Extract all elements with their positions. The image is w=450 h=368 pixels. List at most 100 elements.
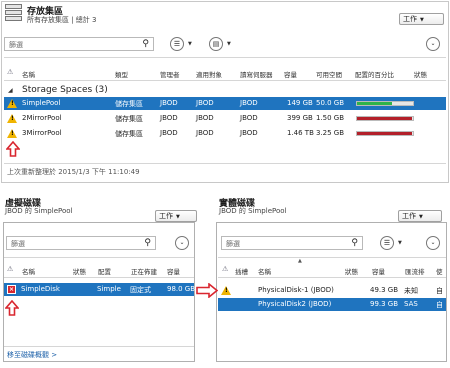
table-row[interactable]: × SimpleDisk Simple 固定式 98.0 GB: [4, 283, 196, 296]
warning-icon: [7, 99, 17, 108]
warning-column-icon[interactable]: ⚠: [7, 265, 13, 273]
header-divider: [4, 57, 446, 58]
warning-icon: [221, 286, 231, 295]
usage: 自: [436, 287, 443, 295]
col-capacity[interactable]: 容量: [284, 69, 297, 79]
tasks-button[interactable]: 工作 ▼: [155, 210, 197, 222]
disk-name: SimpleDisk: [21, 285, 60, 293]
list-view-icon[interactable]: ☰: [380, 236, 394, 250]
col-status[interactable]: 狀態: [73, 266, 86, 276]
chevron-down-icon[interactable]: ▼: [227, 41, 231, 47]
chevron-down-icon: ▼: [176, 214, 180, 220]
pool-type: 儲存集區: [115, 130, 143, 138]
red-arrow-annotation: [5, 300, 19, 316]
storage-pool-icon: [5, 4, 22, 22]
col-name[interactable]: 名稱: [258, 266, 271, 276]
rw-server: JBOD: [240, 114, 258, 122]
available-to: JBOD: [196, 99, 214, 107]
header-divider: [4, 80, 446, 81]
chevron-down-icon[interactable]: ▼: [188, 41, 192, 47]
warning-column-icon[interactable]: ⚠: [222, 265, 228, 273]
search-icon[interactable]: ⚲: [351, 238, 358, 248]
available-to: JBOD: [196, 114, 214, 122]
filter-input[interactable]: 篩選 ⚲: [6, 236, 156, 250]
col-bus[interactable]: 匯流排: [405, 266, 425, 276]
chevron-down-icon[interactable]: ▼: [398, 240, 402, 246]
col-available-to[interactable]: 適用對象: [196, 69, 222, 79]
available-to: JBOD: [196, 129, 214, 137]
tasks-button[interactable]: 工作 ▼: [398, 210, 442, 222]
col-managed-by[interactable]: 管理者: [160, 69, 180, 79]
capacity: 99.3 GB: [370, 300, 399, 308]
go-to-disks-link[interactable]: 移至磁碟概觀 >: [7, 350, 57, 360]
allocated-bar-fill: [357, 117, 413, 120]
table-row[interactable]: 3MirrorPool 儲存集區 JBOD JBOD JBOD 1.46 TB3.25 G…: [4, 127, 446, 140]
col-rw-server[interactable]: 讀寫伺服器: [240, 69, 273, 79]
allocated-bar-fill: [357, 102, 392, 105]
sort-indicator-icon: ▲: [298, 258, 302, 264]
capacity: 399 GB: [287, 114, 313, 122]
table-row[interactable]: SimplePool 儲存集區 JBOD JBOD JBOD 149 GB50.0 GB: [4, 97, 446, 110]
table-row[interactable]: 2MirrorPool 儲存集區 JBOD JBOD JBOD 399 GB1.50 GB: [4, 112, 446, 125]
group-collapse-icon[interactable]: ◢: [8, 87, 13, 94]
chevron-down-icon: ▼: [419, 214, 423, 220]
filter-placeholder: 篩選: [226, 240, 240, 248]
filter-input[interactable]: 篩選 ⚲: [221, 236, 363, 250]
filter-placeholder: 篩選: [11, 240, 25, 248]
col-layout[interactable]: 配置: [98, 266, 111, 276]
usage: 自: [436, 301, 443, 309]
col-type[interactable]: 類型: [115, 69, 128, 79]
warning-icon: [7, 129, 17, 138]
free-space: 50.0 GB: [316, 99, 345, 107]
pool-name: SimplePool: [22, 99, 61, 107]
filter-placeholder: 篩選: [9, 41, 23, 49]
col-status[interactable]: 狀態: [345, 266, 358, 276]
red-arrow-annotation: [6, 141, 20, 157]
group-by-icon[interactable]: ▤: [209, 37, 223, 51]
table-row[interactable]: PhysicalDisk2 (JBOD) 99.3 GB SAS 自: [218, 298, 446, 311]
provisioning: 固定式: [130, 286, 151, 294]
pool-name: 3MirrorPool: [22, 129, 62, 137]
col-name[interactable]: 名稱: [22, 69, 35, 79]
group-header[interactable]: Storage Spaces (3): [22, 85, 108, 95]
list-view-icon[interactable]: ☰: [170, 37, 184, 51]
managed-by: JBOD: [160, 129, 178, 137]
capacity: 1.46 TB: [287, 129, 314, 137]
filter-input[interactable]: 篩選 ⚲: [4, 37, 154, 51]
managed-by: JBOD: [160, 114, 178, 122]
search-icon[interactable]: ⚲: [142, 39, 149, 49]
layout: Simple: [97, 285, 121, 293]
tasks-label: 工作: [159, 212, 173, 220]
col-provisioning[interactable]: 正在佈建: [131, 266, 157, 276]
expand-collapse-icon[interactable]: ⌄: [175, 236, 189, 250]
footer-divider: [4, 346, 194, 347]
virtual-disks-subtitle: JBOD 的 SimplePool: [5, 207, 73, 215]
free-space: 1.50 GB: [316, 114, 345, 122]
expand-collapse-icon[interactable]: ⌄: [426, 37, 440, 51]
col-usage[interactable]: 使: [436, 266, 443, 276]
capacity: 149 GB: [287, 99, 313, 107]
header-divider: [4, 257, 194, 258]
col-status[interactable]: 狀態: [414, 69, 427, 79]
col-capacity[interactable]: 容量: [167, 266, 180, 276]
col-free-space[interactable]: 可用空間: [316, 69, 342, 79]
tasks-button[interactable]: 工作 ▼: [399, 13, 444, 25]
physical-disks-subtitle: JBOD 的 SimplePool: [219, 207, 287, 215]
warning-column-icon[interactable]: ⚠: [7, 68, 13, 76]
col-name[interactable]: 名稱: [22, 266, 35, 276]
search-icon[interactable]: ⚲: [144, 238, 151, 248]
col-capacity[interactable]: 容量: [372, 266, 385, 276]
header-divider: [218, 277, 446, 278]
tasks-label: 工作: [402, 212, 416, 220]
capacity: 98.0 GB: [167, 285, 196, 293]
header-divider: [218, 257, 446, 258]
expand-collapse-icon[interactable]: ⌄: [426, 236, 440, 250]
col-allocated-percent[interactable]: 配置的百分比: [355, 69, 394, 79]
table-row[interactable]: PhysicalDisk-1 (JBOD) 49.3 GB 未知 自: [218, 284, 446, 297]
page-subtitle: 所有存放集區 | 總計 3: [27, 16, 97, 24]
tasks-label: 工作: [403, 15, 417, 23]
pool-type: 儲存集區: [115, 100, 143, 108]
col-slot[interactable]: 插槽: [235, 266, 248, 276]
allocated-bar: [356, 131, 414, 136]
warning-icon: [7, 114, 17, 123]
